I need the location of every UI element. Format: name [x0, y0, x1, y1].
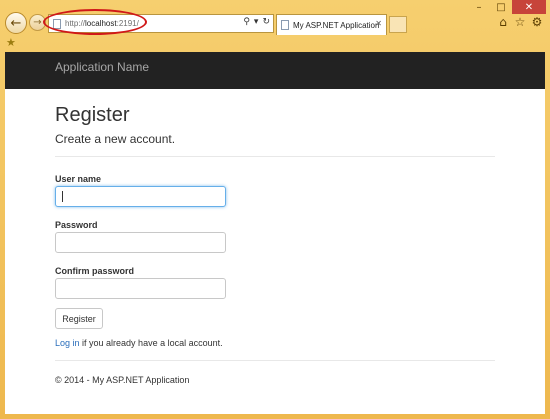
- register-button[interactable]: Register: [55, 308, 103, 329]
- page-title: Register: [55, 104, 130, 126]
- maximize-button[interactable]: □: [490, 0, 512, 14]
- password-input[interactable]: [55, 232, 226, 253]
- tab-title: My ASP.NET Application: [293, 20, 380, 30]
- favorites-bar: ★: [0, 36, 550, 52]
- login-prompt-text: if you already have a local account.: [79, 338, 223, 348]
- divider: [55, 360, 495, 361]
- gear-icon[interactable]: ⚙: [530, 15, 544, 29]
- navbar: Application Name: [5, 52, 545, 89]
- close-tab-icon[interactable]: ✕: [375, 19, 382, 28]
- page-icon: [281, 20, 289, 30]
- toolbar-icons: ⌂ ☆ ⚙: [496, 15, 544, 29]
- address-tools: ⚲ ▾ ↻: [243, 17, 270, 27]
- home-icon[interactable]: ⌂: [496, 15, 510, 29]
- url-highlight-annotation: [43, 9, 147, 35]
- confirm-password-input[interactable]: [55, 278, 226, 299]
- username-input[interactable]: [55, 186, 226, 207]
- close-window-button[interactable]: ✕: [512, 0, 546, 14]
- refresh-icon[interactable]: ↻: [262, 17, 270, 27]
- brand-link[interactable]: Application Name: [55, 60, 149, 74]
- search-icon[interactable]: ⚲: [243, 17, 250, 27]
- password-label: Password: [55, 220, 98, 230]
- back-button[interactable]: ←: [5, 12, 27, 34]
- login-link[interactable]: Log in: [55, 338, 80, 348]
- divider: [55, 156, 495, 157]
- page-subtitle: Create a new account.: [55, 132, 176, 146]
- page-viewport: Application Name Register Create a new a…: [5, 52, 545, 414]
- text-caret: [62, 191, 63, 202]
- login-prompt: Log in if you already have a local accou…: [55, 338, 223, 348]
- arrow-right-icon: →: [33, 17, 42, 28]
- confirm-password-label: Confirm password: [55, 266, 135, 276]
- star-icon[interactable]: ☆: [513, 15, 527, 29]
- username-field-wrap: [55, 186, 226, 207]
- arrow-left-icon: ←: [10, 15, 22, 31]
- browser-window: – □ ✕ ← → http://localhost:2191/ ⚲ ▾ ↻ M…: [0, 0, 550, 419]
- dropdown-arrow-icon[interactable]: ▾: [254, 17, 259, 27]
- minimize-button[interactable]: –: [468, 0, 490, 14]
- window-controls: – □ ✕: [468, 0, 546, 14]
- browser-tab[interactable]: My ASP.NET Application ✕: [276, 14, 387, 35]
- username-label: User name: [55, 174, 102, 184]
- footer-text: © 2014 - My ASP.NET Application: [55, 375, 190, 385]
- new-tab-button[interactable]: [389, 16, 407, 33]
- add-favorite-icon[interactable]: ★: [6, 36, 16, 49]
